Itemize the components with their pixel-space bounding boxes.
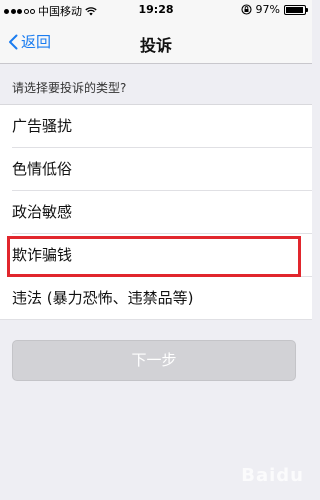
nav-bar: 返回 投诉: [0, 20, 312, 64]
watermark: Baidu: [241, 465, 304, 486]
option-illegal[interactable]: 违法 (暴力恐怖、违禁品等): [0, 277, 312, 320]
battery-percent: 97%: [255, 3, 280, 16]
option-ad-harassment[interactable]: 广告骚扰: [0, 105, 312, 148]
battery-fill: [286, 6, 304, 13]
orientation-lock-icon: [240, 4, 252, 15]
status-right: 97%: [240, 3, 308, 16]
page-title: 投诉: [139, 36, 172, 55]
option-political[interactable]: 政治敏感: [0, 191, 312, 234]
complaint-type-list: 广告骚扰 色情低俗 政治敏感 欺诈骗钱 违法 (暴力恐怖、违禁品等): [0, 104, 312, 320]
option-fraud[interactable]: 欺诈骗钱: [0, 234, 312, 277]
option-pornography[interactable]: 色情低俗: [0, 148, 312, 191]
status-bar: 中国移动 19:28 97%: [0, 0, 312, 20]
next-step-button[interactable]: 下一步: [12, 340, 296, 381]
section-header: 请选择要投诉的类型?: [12, 81, 127, 95]
battery-icon: [284, 4, 308, 15]
